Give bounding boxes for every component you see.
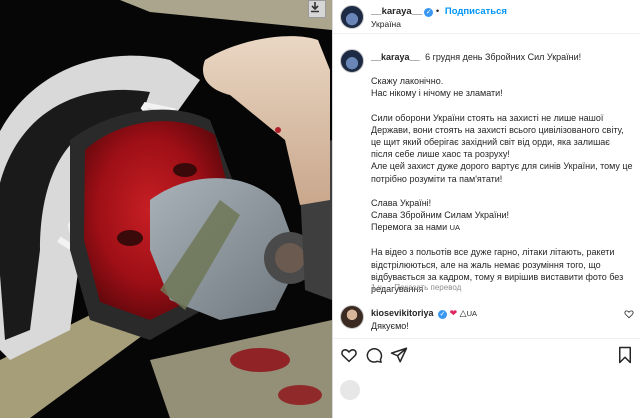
caption-line: Перемога за нами (371, 222, 448, 233)
caption-headline: 6 грудня день Збройних Сил України! (425, 52, 582, 62)
separator: • (435, 6, 440, 17)
post-photo[interactable]: KARAYA (0, 0, 332, 418)
post-header: __karaya__ ✓ • Подписаться Україна (333, 0, 640, 34)
caption-username[interactable]: __karaya__ (371, 52, 420, 62)
post-panel: __karaya__ ✓ • Подписаться Україна __kara… (332, 0, 640, 418)
liker-avatar[interactable] (340, 380, 360, 400)
pilot-photo: KARAYA (0, 0, 332, 418)
post-time[interactable]: 1 ч. (371, 283, 384, 292)
caption-line: Нас нікому і нічому не зламати! (371, 88, 503, 99)
likes-area (333, 372, 640, 418)
caption-line: Слава Збройним Силам України! (371, 210, 509, 221)
heart-emoji: ❤ (449, 308, 458, 318)
caption-avatar[interactable] (340, 49, 364, 73)
post-meta: 1 ч. Показать перевод (371, 283, 461, 292)
ua-flag: UA (466, 309, 477, 318)
author-line: __karaya__ ✓ • Подписаться (371, 6, 507, 17)
author-avatar[interactable] (340, 5, 364, 29)
caption-line: Слава Україні! (371, 197, 432, 208)
comment-like-heart-icon[interactable] (624, 309, 634, 319)
caption-line: Скажу лаконічно. (371, 76, 444, 87)
heart-icon[interactable] (340, 346, 358, 364)
commenter-username[interactable]: kiosevikitoriya (371, 308, 434, 318)
bookmark-icon[interactable] (616, 346, 634, 364)
ua-flag: UA (449, 223, 461, 233)
verified-icon: ✓ (424, 8, 434, 17)
share-icon[interactable] (390, 346, 408, 364)
verified-icon: ✓ (438, 310, 448, 319)
praying-emoji: △ (459, 308, 467, 318)
comment-text: Дякуємо! (371, 321, 409, 331)
download-icon (311, 2, 319, 13)
download-button[interactable] (308, 0, 326, 18)
caption: __karaya__ 6 грудня день Збройних Сил Ук… (371, 51, 633, 307)
caption-paragraph: Але цей захист дуже дорого вартує для си… (371, 161, 633, 184)
follow-button[interactable]: Подписаться (445, 6, 507, 17)
post-location[interactable]: Україна (371, 19, 401, 29)
comment-icon[interactable] (365, 346, 383, 364)
see-translation-link[interactable]: Показать перевод (394, 283, 461, 292)
author-username[interactable]: __karaya__ (371, 6, 422, 17)
comment-header: kiosevikitoriya ✓ ❤ △UA (371, 308, 477, 319)
caption-paragraph: Сили оборони України стоять на захисті н… (371, 112, 624, 160)
action-bar (333, 338, 640, 368)
commenter-avatar[interactable] (340, 305, 364, 329)
